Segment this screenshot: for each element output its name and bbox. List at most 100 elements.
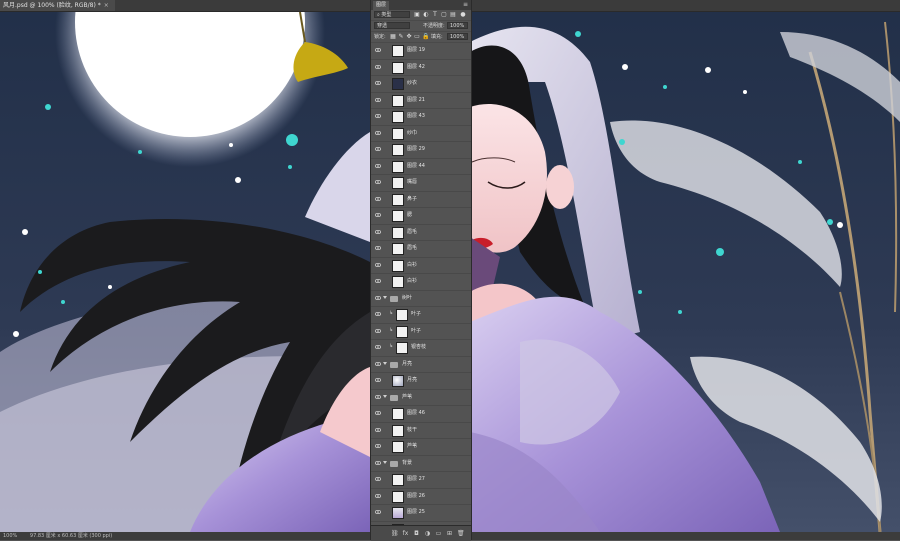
- filter-toggle-icon[interactable]: ●: [460, 11, 466, 18]
- layer-name[interactable]: 银杏枝: [411, 340, 426, 355]
- fill-input[interactable]: 100%: [447, 33, 468, 40]
- layer-thumbnail[interactable]: [392, 474, 404, 486]
- layer-name[interactable]: 枝干: [407, 423, 417, 438]
- lock-position-icon[interactable]: ✥: [406, 33, 412, 40]
- visibility-eye-icon[interactable]: [374, 64, 382, 69]
- visibility-eye-icon[interactable]: [374, 295, 382, 300]
- layer-style-icon[interactable]: fx: [402, 530, 409, 537]
- visibility-eye-icon[interactable]: [374, 163, 382, 168]
- layer-name[interactable]: 纱衣: [407, 76, 417, 91]
- link-layers-icon[interactable]: ⛓: [391, 530, 399, 537]
- layer-thumbnail[interactable]: [392, 259, 404, 272]
- visibility-eye-icon[interactable]: [374, 476, 382, 482]
- visibility-eye-icon[interactable]: [374, 311, 382, 317]
- layer-name[interactable]: 树叶: [402, 291, 412, 306]
- visibility-eye-icon[interactable]: [374, 410, 382, 416]
- layer-row[interactable]: 眉毛: [371, 225, 471, 241]
- visibility-eye-icon[interactable]: [374, 80, 382, 86]
- layer-row[interactable]: ↳ 叶子: [371, 307, 471, 324]
- visibility-eye-icon[interactable]: [374, 344, 382, 350]
- layer-name[interactable]: 图层 19: [407, 43, 425, 58]
- layer-name[interactable]: 图层 21: [407, 93, 425, 108]
- visibility-eye-icon[interactable]: [374, 328, 382, 333]
- zoom-level[interactable]: 100%: [3, 533, 17, 539]
- layer-name[interactable]: 图层 26: [407, 489, 425, 504]
- layer-row[interactable]: 眉毛: [371, 241, 471, 258]
- document-info[interactable]: 97.83 厘米 x 60.63 厘米 (300 ppi): [30, 533, 112, 539]
- layer-thumbnail[interactable]: [392, 276, 404, 288]
- layer-name[interactable]: 芦苇: [402, 390, 412, 405]
- expand-group-icon[interactable]: [383, 460, 387, 464]
- layer-thumbnail[interactable]: [392, 127, 404, 140]
- layer-name[interactable]: 背景: [402, 456, 412, 471]
- visibility-eye-icon[interactable]: [374, 113, 382, 119]
- lock-transparent-icon[interactable]: ▦: [390, 33, 396, 40]
- layer-row[interactable]: 图层 27: [371, 472, 471, 489]
- layer-name[interactable]: 白衫: [407, 274, 417, 289]
- layer-thumbnail[interactable]: [396, 342, 408, 354]
- visibility-eye-icon[interactable]: [374, 377, 382, 383]
- visibility-eye-icon[interactable]: [374, 361, 382, 366]
- visibility-eye-icon[interactable]: [374, 245, 382, 251]
- close-tab-icon[interactable]: ×: [104, 2, 109, 9]
- new-group-icon[interactable]: ▭: [435, 530, 442, 537]
- layer-row[interactable]: 图层 19: [371, 43, 471, 60]
- layer-name[interactable]: 图层 29: [407, 142, 425, 157]
- blend-mode-select[interactable]: 穿透: [374, 22, 410, 29]
- visibility-eye-icon[interactable]: [374, 47, 382, 53]
- layer-name[interactable]: 白衫: [407, 258, 417, 273]
- layer-row[interactable]: 白衫: [371, 274, 471, 291]
- layer-group-row[interactable]: 芦苇: [371, 390, 471, 406]
- adjustment-layer-icon[interactable]: ◑: [424, 530, 431, 537]
- visibility-eye-icon[interactable]: [374, 262, 382, 267]
- visibility-eye-icon[interactable]: [374, 130, 382, 135]
- layer-name[interactable]: 图层 44: [407, 159, 425, 174]
- layer-thumbnail[interactable]: [392, 507, 404, 519]
- layer-thumbnail[interactable]: [392, 490, 404, 503]
- layer-row[interactable]: ↳ 叶子: [371, 324, 471, 340]
- layer-name[interactable]: 腮: [407, 208, 412, 223]
- filter-adjustment-icon[interactable]: ◐: [423, 11, 429, 18]
- add-mask-icon[interactable]: ◘: [413, 530, 420, 537]
- layer-thumbnail[interactable]: [392, 226, 404, 239]
- filter-smart-object-icon[interactable]: ▤: [450, 11, 456, 18]
- layer-name[interactable]: 图层 42: [407, 60, 425, 75]
- layer-thumbnail[interactable]: [392, 111, 404, 123]
- delete-layer-icon[interactable]: 🗑: [457, 530, 465, 537]
- filter-pixel-icon[interactable]: ▣: [414, 11, 420, 18]
- layer-name[interactable]: 叶子: [411, 307, 421, 322]
- opacity-input[interactable]: 100%: [447, 22, 468, 29]
- layer-row[interactable]: 图层 26: [371, 489, 471, 505]
- layer-thumbnail[interactable]: [392, 193, 404, 206]
- layer-name[interactable]: 眉毛: [407, 241, 417, 256]
- layer-row[interactable]: 图层 42: [371, 60, 471, 76]
- filter-shape-icon[interactable]: ▢: [441, 11, 447, 18]
- lock-image-icon[interactable]: ✎: [398, 33, 404, 40]
- layer-thumbnail[interactable]: [392, 243, 404, 255]
- layer-name[interactable]: 图层 25: [407, 505, 425, 520]
- layer-name[interactable]: 图层 43: [407, 109, 425, 124]
- layers-tab[interactable]: 图层: [373, 1, 390, 10]
- layer-thumbnail[interactable]: [392, 375, 404, 387]
- visibility-eye-icon[interactable]: [374, 196, 382, 201]
- layer-row[interactable]: 图层 43: [371, 109, 471, 126]
- layer-row[interactable]: 纱巾: [371, 126, 471, 142]
- layer-thumbnail[interactable]: [392, 78, 404, 90]
- layer-name[interactable]: 月亮: [402, 357, 412, 372]
- layer-name[interactable]: 图层 27: [407, 472, 425, 487]
- visibility-eye-icon[interactable]: [374, 146, 382, 152]
- visibility-eye-icon[interactable]: [374, 443, 382, 449]
- expand-group-icon[interactable]: [383, 394, 387, 398]
- layer-row[interactable]: 图层 21: [371, 93, 471, 109]
- layer-row[interactable]: 芦苇: [371, 439, 471, 456]
- layer-row[interactable]: 月亮: [371, 373, 471, 390]
- visibility-eye-icon[interactable]: [374, 179, 382, 185]
- layer-group-row[interactable]: 树叶: [371, 291, 471, 307]
- layer-name[interactable]: 眉毛: [407, 225, 417, 240]
- layer-row[interactable]: 图层 46: [371, 406, 471, 423]
- layer-thumbnail[interactable]: [392, 94, 404, 107]
- visibility-eye-icon[interactable]: [374, 509, 382, 515]
- layer-name[interactable]: 月亮: [407, 373, 417, 388]
- layer-row[interactable]: ↳ 银杏枝: [371, 340, 471, 357]
- visibility-eye-icon[interactable]: [374, 97, 382, 102]
